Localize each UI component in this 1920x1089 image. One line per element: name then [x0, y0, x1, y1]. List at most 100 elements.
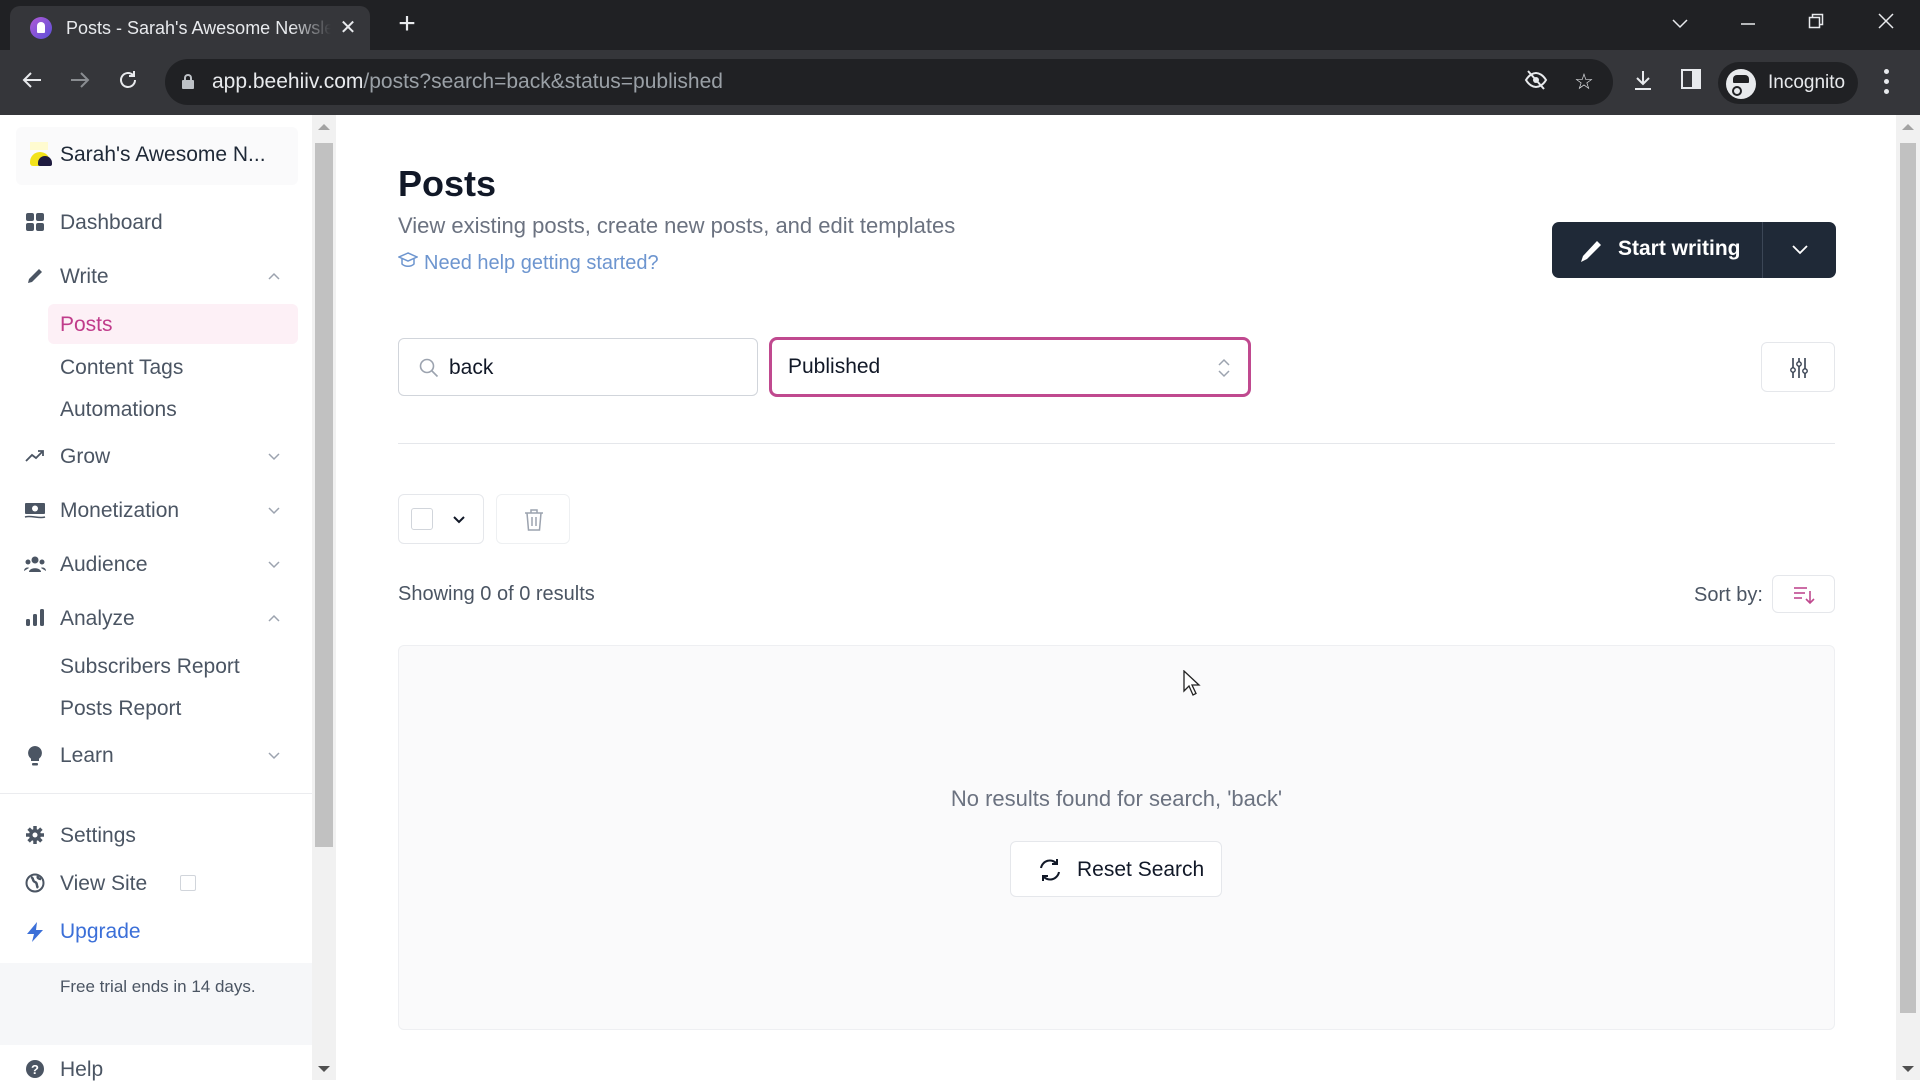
scroll-down-arrow-icon[interactable] — [1902, 1066, 1914, 1072]
close-window-icon[interactable] — [1866, 8, 1906, 38]
pencil-icon — [24, 266, 46, 288]
sidebar-item-label: View Site — [60, 872, 148, 895]
lock-icon[interactable] — [182, 74, 194, 89]
bulk-select-dropdown[interactable] — [398, 494, 484, 544]
minimize-icon[interactable] — [1728, 8, 1768, 38]
chevron-down-icon — [1792, 245, 1808, 255]
chevron-down-icon[interactable] — [266, 502, 282, 518]
url-host: app.beehiiv.com — [212, 70, 364, 93]
sidebar-item-grow[interactable]: Grow — [20, 436, 290, 476]
sidebar-item-label: Content Tags — [60, 356, 184, 379]
chevron-down-icon[interactable] — [451, 511, 467, 527]
sidebar-item-label: Subscribers Report — [60, 655, 240, 678]
sidebar-item-audience[interactable]: Audience — [20, 544, 290, 584]
sidebar-item-label: Settings — [60, 824, 136, 847]
trending-up-icon — [24, 446, 46, 468]
sidebar-scrollbar[interactable] — [312, 115, 336, 1080]
sidebar-scrollbar-thumb[interactable] — [315, 143, 333, 847]
publication-logo-icon — [30, 142, 52, 168]
chevron-up-icon[interactable] — [266, 610, 282, 626]
sidebar-item-subscribers-report[interactable]: Subscribers Report — [48, 646, 298, 686]
browser-menu-icon[interactable] — [1878, 66, 1894, 98]
search-field[interactable] — [398, 338, 758, 396]
scroll-up-arrow-icon[interactable] — [318, 124, 330, 130]
globe-icon — [24, 873, 46, 895]
sidebar-item-help[interactable]: ? Help — [20, 1049, 290, 1089]
tab-title: Posts - Sarah's Awesome Newsletter — [66, 18, 331, 38]
bookmark-star-icon[interactable]: ☆ — [1570, 68, 1598, 96]
sidebar-item-content-tags[interactable]: Content Tags — [48, 347, 298, 387]
page-title: Posts — [398, 163, 497, 204]
trash-icon — [525, 509, 543, 531]
reload-icon[interactable] — [110, 64, 146, 100]
sidebar-item-label: Analyze — [60, 607, 135, 630]
sidebar-item-label: Posts — [60, 313, 113, 336]
sidebar-item-monetization[interactable]: Monetization — [20, 490, 290, 530]
select-all-checkbox[interactable] — [411, 508, 433, 530]
tab-search-chevron-icon[interactable] — [1660, 8, 1700, 38]
svg-text:?: ? — [31, 1062, 39, 1077]
forward-arrow-icon[interactable] — [62, 64, 98, 100]
back-arrow-icon[interactable] — [14, 64, 50, 100]
tab-close-icon[interactable]: ✕ — [336, 16, 360, 40]
sidebar-item-settings[interactable]: Settings — [20, 815, 290, 855]
browser-tab-active[interactable]: Posts - Sarah's Awesome Newsletter ✕ — [10, 6, 370, 50]
sidebar-item-posts[interactable]: Posts — [48, 304, 298, 344]
sidebar-item-analyze[interactable]: Analyze — [20, 598, 290, 638]
sidebar-item-label: Audience — [60, 553, 148, 576]
tracking-blocked-eye-icon[interactable] — [1522, 68, 1550, 96]
chevron-down-icon[interactable] — [266, 448, 282, 464]
sidebar-item-upgrade[interactable]: Upgrade — [20, 911, 290, 951]
scroll-up-arrow-icon[interactable] — [1902, 124, 1914, 130]
page-scrollbar-thumb[interactable] — [1900, 143, 1916, 1013]
search-icon — [419, 358, 439, 378]
help-link-text: Need help getting started? — [424, 252, 659, 274]
sidebar-item-posts-report[interactable]: Posts Report — [48, 688, 298, 728]
incognito-label: Incognito — [1768, 72, 1846, 93]
incognito-profile-button[interactable]: Incognito — [1718, 62, 1858, 104]
help-link[interactable]: Need help getting started? — [397, 251, 659, 275]
start-writing-options-button[interactable] — [1763, 222, 1836, 278]
sidebar-item-automations[interactable]: Automations — [48, 389, 298, 429]
reset-search-label: Reset Search — [1077, 858, 1205, 881]
page-scrollbar[interactable] — [1896, 115, 1920, 1080]
section-divider — [398, 443, 1835, 444]
sidebar-item-dashboard[interactable]: Dashboard — [20, 202, 290, 242]
lightbulb-icon — [24, 745, 46, 767]
sort-descending-icon — [1794, 587, 1815, 605]
chevron-up-icon[interactable] — [266, 268, 282, 284]
publication-name: Sarah's Awesome N... — [60, 143, 266, 166]
trial-notice-text: Free trial ends in 14 days. — [60, 977, 256, 996]
download-icon[interactable] — [1628, 68, 1658, 98]
publication-switcher[interactable]: Sarah's Awesome N... — [16, 127, 298, 185]
side-panel-icon[interactable] — [1676, 68, 1706, 98]
search-input[interactable] — [449, 354, 739, 382]
mouse-cursor-icon — [1183, 670, 1201, 696]
status-filter-select[interactable]: Published — [769, 337, 1251, 397]
filter-settings-button[interactable] — [1761, 342, 1835, 392]
new-tab-plus-icon[interactable]: + — [392, 9, 422, 40]
scroll-down-arrow-icon[interactable] — [318, 1066, 330, 1072]
sidebar-item-view-site[interactable]: View Site — [20, 863, 290, 903]
start-writing-button[interactable]: Start writing — [1552, 222, 1762, 278]
sidebar-item-label: Posts Report — [60, 697, 182, 720]
sidebar-item-label: Automations — [60, 398, 177, 421]
restore-window-icon[interactable] — [1796, 8, 1836, 38]
beehiiv-favicon-icon — [30, 17, 52, 39]
money-icon — [24, 500, 46, 522]
sidebar-item-write[interactable]: Write — [20, 256, 290, 296]
url-text[interactable]: app.beehiiv.com/posts?search=back&status… — [212, 70, 723, 94]
chevron-down-icon[interactable] — [266, 747, 282, 763]
sidebar-divider — [0, 793, 312, 794]
chevron-down-icon[interactable] — [266, 556, 282, 572]
sort-by-label: Sort by: — [1694, 584, 1763, 606]
sort-button[interactable] — [1772, 575, 1835, 613]
sidebar-item-learn[interactable]: Learn — [20, 735, 290, 775]
refresh-icon — [1040, 859, 1060, 881]
start-writing-label: Start writing — [1618, 237, 1741, 260]
status-filter-value: Published — [788, 355, 881, 378]
reset-search-button[interactable]: Reset Search — [1010, 841, 1222, 897]
sidebar-item-label: Monetization — [60, 499, 180, 522]
bulk-delete-button[interactable] — [496, 494, 570, 544]
url-path: /posts?search=back&status=published — [363, 70, 723, 93]
